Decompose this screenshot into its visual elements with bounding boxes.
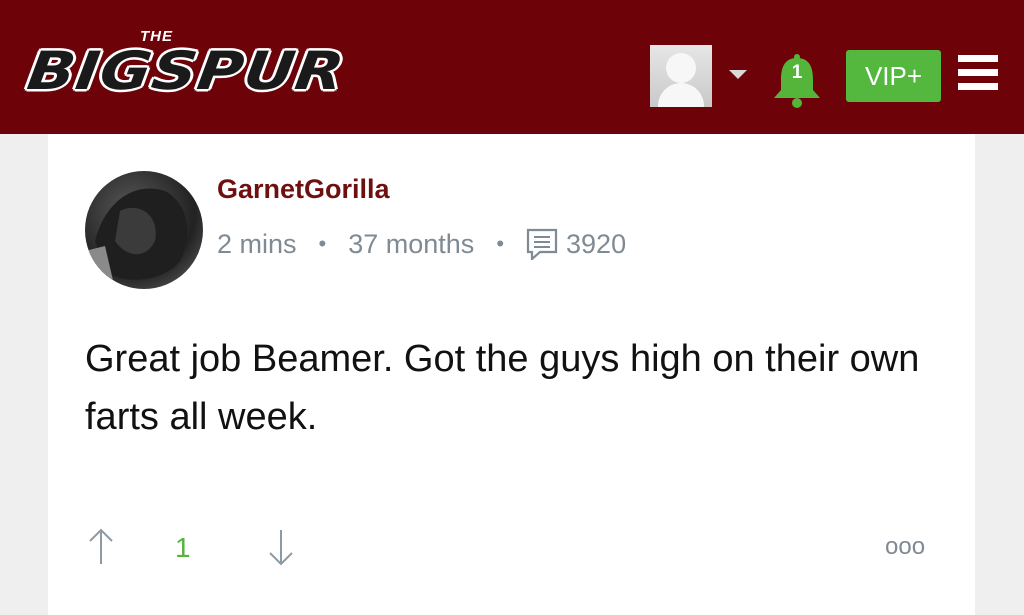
vip-plus-button[interactable]: VIP+	[846, 50, 941, 102]
meta-separator: •	[496, 231, 505, 256]
upvote-button[interactable]	[88, 528, 114, 566]
notification-count-badge: 1	[791, 62, 803, 83]
comment-icon	[526, 228, 558, 260]
site-header: THE BIGSPUR 1 VIP+	[0, 0, 1024, 134]
arrow-up-icon	[89, 528, 113, 564]
post-body: Great job Beamer. Got the guys high on t…	[85, 338, 920, 438]
post-count: 3920	[566, 229, 627, 259]
chevron-down-icon[interactable]	[729, 70, 747, 79]
post-time: 2 mins	[217, 229, 297, 259]
author-avatar[interactable]	[85, 171, 203, 289]
more-options-button[interactable]: ooo	[885, 533, 925, 561]
logo-wordmark: BIGSPUR	[23, 39, 349, 102]
post-meta: 2 mins • 37 months • 3920	[217, 226, 626, 262]
vote-count: 1	[175, 532, 191, 563]
hamburger-menu-button[interactable]	[958, 55, 998, 91]
user-silhouette-icon	[666, 53, 696, 83]
downvote-button[interactable]	[268, 528, 294, 566]
notifications-button[interactable]: 1	[770, 52, 824, 108]
site-logo[interactable]: THE BIGSPUR	[24, 28, 448, 118]
user-avatar-button[interactable]	[650, 45, 712, 107]
member-age: 37 months	[348, 229, 475, 259]
arrow-down-icon	[269, 530, 293, 566]
meta-separator: •	[318, 231, 327, 256]
hamburger-icon	[958, 55, 998, 62]
author-username[interactable]: GarnetGorilla	[217, 174, 390, 205]
